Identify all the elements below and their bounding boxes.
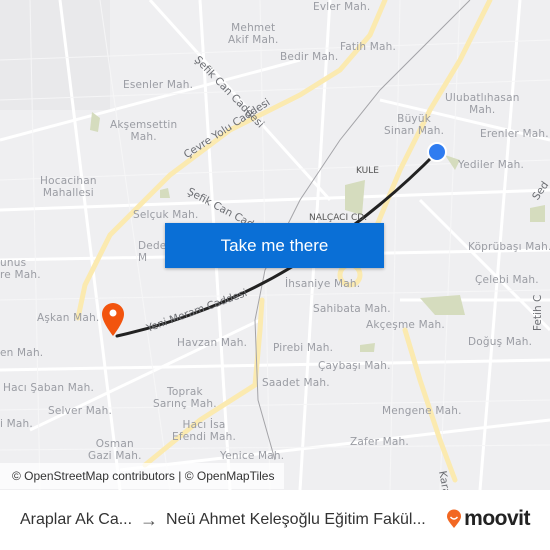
neighborhood-label: Akçeşme Mah. <box>366 319 445 331</box>
moovit-logo: moovit <box>446 507 530 531</box>
map[interactable]: Evler Mah. Mehmet Akif Mah. Fatih Mah. B… <box>0 0 550 490</box>
neighborhood-label: Çelebi Mah. <box>475 274 539 286</box>
neighborhood-label: Hocacihan Mahallesi <box>40 175 97 199</box>
neighborhood-label: Selçuk Mah. <box>133 209 199 221</box>
neighborhood-label: Büyük Sinan Mah. <box>384 113 445 137</box>
neighborhood-label: Esenler Mah. <box>123 79 194 91</box>
destination-name: Neü Ahmet Keleşoğlu Eğitim Fakül... <box>166 511 426 528</box>
neighborhood-label: Havzan Mah. <box>177 337 248 349</box>
neighborhood-label: Pirebi Mah. <box>273 342 334 354</box>
neighborhood-label: Hacı Şaban Mah. <box>3 382 95 394</box>
neighborhood-label: unus re Mah. <box>0 257 41 281</box>
origin-marker <box>427 142 447 162</box>
route-footer: Araplar Ak Ca... → Neü Ahmet Keleşoğlu E… <box>0 490 550 550</box>
take-me-there-button[interactable]: Take me there <box>165 223 384 268</box>
neighborhood-label: Çaybaşı Mah. <box>318 360 391 372</box>
map-attribution[interactable]: © OpenStreetMap contributors | © OpenMap… <box>0 463 285 489</box>
origin-name: Araplar Ak Ca... <box>20 511 133 528</box>
moovit-pin-icon <box>447 509 462 528</box>
brand-name: moovit <box>464 507 530 530</box>
neighborhood-label: Akşemsettin Mah. <box>110 119 178 143</box>
neighborhood-label: Sahibata Mah. <box>313 303 391 315</box>
neighborhood-label: Dede M <box>138 240 167 264</box>
neighborhood-label: Evler Mah. <box>313 1 371 13</box>
neighborhood-label: Mengene Mah. <box>382 405 462 417</box>
poi-label: KULE <box>356 166 379 176</box>
neighborhood-label: Yenice Mah. <box>220 450 285 462</box>
poi-label: NALÇACI CD. <box>309 213 368 223</box>
neighborhood-label: Doğuş Mah. <box>468 336 533 348</box>
neighborhood-label: Aşkan Mah. <box>37 312 100 324</box>
neighborhood-label: Ulubatlıhasan Mah. <box>445 92 520 116</box>
street-label: Fetih C <box>532 294 544 331</box>
neighborhood-label: Bedir Mah. <box>280 51 339 63</box>
neighborhood-label: Osman Gazi Mah. <box>88 438 142 462</box>
neighborhood-label: Fatih Mah. <box>340 41 397 53</box>
destination-pin-icon <box>102 303 124 336</box>
neighborhood-label: i Mah. <box>0 418 33 430</box>
arrow-right-icon: → <box>140 509 159 530</box>
neighborhood-label: en Mah. <box>0 347 44 359</box>
neighborhood-label: Zafer Mah. <box>350 436 409 448</box>
neighborhood-label: Köprübaşı Mah. <box>468 241 550 253</box>
neighborhood-label: Yediler Mah. <box>458 159 524 171</box>
neighborhood-label: İhsaniye Mah. <box>285 278 361 290</box>
neighborhood-label: Mehmet Akif Mah. <box>228 22 279 46</box>
neighborhood-label: Selver Mah. <box>48 405 113 417</box>
neighborhood-label: Toprak Sarınç Mah. <box>153 386 217 410</box>
neighborhood-label: Erenler Mah. <box>480 128 549 140</box>
neighborhood-label: Hacı İsa Efendi Mah. <box>172 419 237 443</box>
neighborhood-label: Saadet Mah. <box>262 377 330 389</box>
